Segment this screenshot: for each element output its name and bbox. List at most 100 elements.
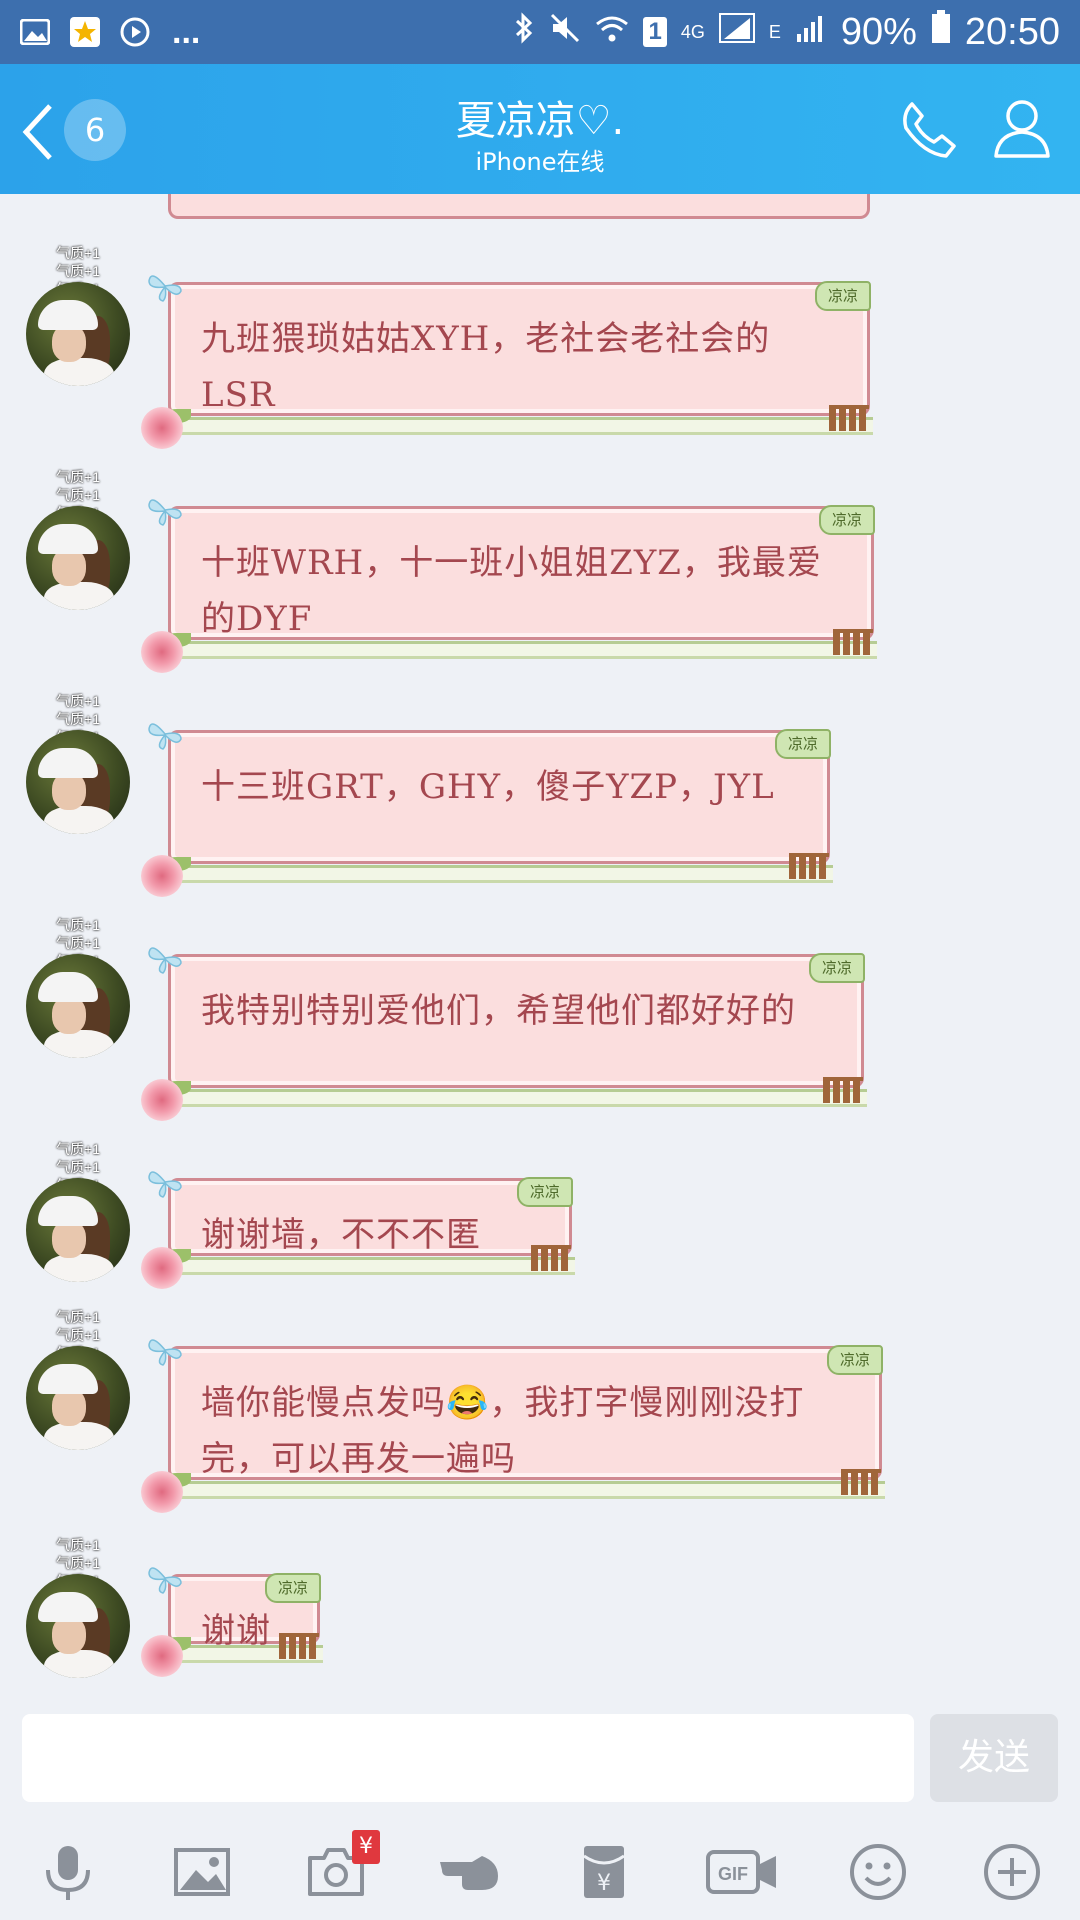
avatar-tag: 气质+1 [56, 263, 100, 279]
bubble-tag: 凉凉 [265, 1573, 321, 1603]
message-text: 我特别特别爱他们，希望他们都好好的 [201, 991, 796, 1031]
emoji-icon[interactable] [846, 1840, 910, 1904]
butterfly-icon [148, 1171, 182, 1198]
avatar[interactable] [26, 1574, 130, 1678]
clock: 20:50 [964, 10, 1060, 53]
avatar[interactable] [26, 1178, 130, 1282]
red-packet-badge: ¥ [352, 1830, 380, 1864]
poke-icon[interactable] [438, 1840, 502, 1904]
butterfly-icon [148, 275, 182, 302]
avatar-tag: 气质+1 [56, 935, 100, 951]
bubble-base-decoration [145, 1481, 885, 1499]
status-bar: ... 1 4G E 90% 20:50 [0, 0, 1080, 64]
avatar[interactable] [26, 282, 130, 386]
message-bubble[interactable]: 凉凉 十三班GRT，GHY，傻子YZP，JYL [141, 723, 833, 897]
gallery-notification-icon [18, 15, 52, 49]
bubble-base-decoration [145, 1089, 867, 1107]
rose-icon [141, 631, 183, 673]
rose-icon [141, 1247, 183, 1289]
butterfly-icon [148, 947, 182, 974]
svg-text:¥: ¥ [597, 1871, 611, 1896]
mute-icon [549, 11, 581, 54]
message-bubble[interactable]: 凉凉 九班猥琐姑姑XYH，老社会老社会的LSR [141, 275, 873, 449]
bubble-tag: 凉凉 [819, 505, 875, 535]
fence-icon [829, 405, 869, 431]
fence-icon [823, 1077, 863, 1103]
avatar-tag: 气质+1 [56, 487, 100, 503]
chat-header: 6 夏凉凉♡. iPhone在线 [0, 64, 1080, 194]
avatar[interactable] [26, 954, 130, 1058]
signal-icon-2 [795, 11, 827, 54]
butterfly-icon [148, 1567, 182, 1594]
input-toolbar: ¥ GIF [0, 1822, 1080, 1920]
message-bubble[interactable]: 凉凉 谢谢墙，不不不匿 [141, 1171, 575, 1289]
media-notification-icon [118, 15, 152, 49]
message-input[interactable] [22, 1714, 914, 1802]
rose-icon [141, 855, 183, 897]
butterfly-icon [148, 723, 182, 750]
message-text: 九班猥琐姑姑XYH，老社会老社会的LSR [201, 319, 771, 415]
rose-icon [141, 1635, 183, 1677]
fence-icon [841, 1469, 881, 1495]
message-text: 墙你能慢点发吗😂，我打字慢刚刚没打完，可以再发一遍吗 [201, 1383, 805, 1479]
battery-icon [931, 10, 951, 54]
avatar-tag: 气质+1 [56, 1141, 100, 1157]
avatar-tag: 气质+1 [56, 1537, 100, 1553]
avatar-tag: 气质+1 [56, 1555, 100, 1571]
network-4g-label: 4G [680, 21, 705, 42]
message-bubble[interactable]: 凉凉 谢谢 [141, 1567, 323, 1677]
previous-message-bubble [168, 194, 870, 219]
bubble-tag: 凉凉 [517, 1177, 573, 1207]
rose-icon [141, 1471, 183, 1513]
bubble-tag: 凉凉 [809, 953, 865, 983]
bluetooth-icon [513, 11, 535, 54]
butterfly-icon [148, 1339, 182, 1366]
message-bubble[interactable]: 凉凉 我特别特别爱他们，希望他们都好好的 [141, 947, 867, 1121]
wifi-icon [595, 11, 629, 54]
battery-percent: 90% [840, 10, 917, 53]
butterfly-icon [148, 499, 182, 526]
gif-label: GIF [718, 1864, 748, 1884]
avatar[interactable] [26, 730, 130, 834]
rose-icon [141, 1079, 183, 1121]
bubble-base-decoration [145, 865, 833, 883]
message-text: 十三班GRT，GHY，傻子YZP，JYL [201, 767, 775, 807]
fence-icon [789, 853, 829, 879]
rose-icon [141, 407, 183, 449]
bubble-tag: 凉凉 [827, 1345, 883, 1375]
message-bubble[interactable]: 凉凉 十班WRH，十一班小姐姐ZYZ，我最爱的DYF [141, 499, 877, 673]
avatar-tag: 气质+1 [56, 245, 100, 261]
red-packet-icon[interactable]: ¥ [572, 1840, 636, 1904]
more-notifications: ... [172, 12, 201, 51]
plus-icon[interactable] [980, 1840, 1044, 1904]
fence-icon [279, 1633, 319, 1659]
avatar-tag: 气质+1 [56, 469, 100, 485]
profile-icon[interactable] [990, 96, 1054, 160]
microphone-icon[interactable] [36, 1840, 100, 1904]
bubble-base-decoration [145, 1257, 575, 1275]
message-bubble[interactable]: 凉凉 墙你能慢点发吗😂，我打字慢刚刚没打完，可以再发一遍吗 [141, 1339, 885, 1513]
image-icon[interactable] [170, 1840, 234, 1904]
message-text: 十班WRH，十一班小姐姐ZYZ，我最爱的DYF [201, 543, 822, 639]
favorites-notification-icon [68, 15, 102, 49]
fence-icon [833, 629, 873, 655]
avatar-tag: 气质+1 [56, 917, 100, 933]
message-text: 谢谢墙，不不不匿 [201, 1215, 481, 1255]
bubble-base-decoration [145, 641, 877, 659]
avatar-tag: 气质+1 [56, 1327, 100, 1343]
signal-icon [718, 11, 755, 54]
bubble-base-decoration [145, 417, 873, 435]
avatar[interactable] [26, 506, 130, 610]
avatar-tag: 气质+1 [56, 1309, 100, 1325]
network-e-label: E [768, 21, 781, 42]
avatar[interactable] [26, 1346, 130, 1450]
avatar-tag: 气质+1 [56, 1159, 100, 1175]
bubble-tag: 凉凉 [775, 729, 831, 759]
fence-icon [531, 1245, 571, 1271]
gif-icon[interactable]: GIF [704, 1840, 780, 1904]
avatar-tag: 气质+1 [56, 693, 100, 709]
send-button[interactable]: 发送 [930, 1714, 1058, 1802]
phone-call-icon[interactable] [898, 98, 960, 160]
sim-badge: 1 [643, 17, 667, 47]
bubble-tag: 凉凉 [815, 281, 871, 311]
